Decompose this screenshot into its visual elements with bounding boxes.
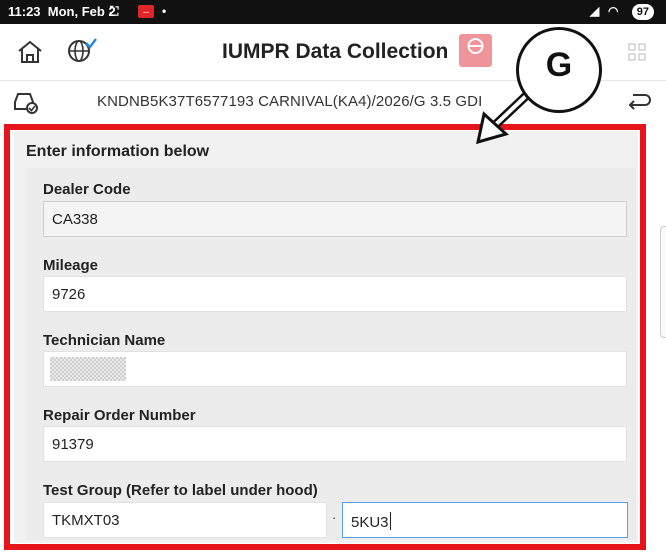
callout-circle: G: [516, 27, 602, 113]
dealer-code-label: Dealer Code: [43, 181, 131, 198]
test-group-separator: ·: [332, 510, 337, 525]
signal-icon: ◢: [590, 4, 600, 18]
test-group-field-1[interactable]: TKMXT03: [43, 502, 327, 538]
mileage-label: Mileage: [43, 257, 99, 274]
callout-letter: G: [545, 46, 573, 84]
test-group-value-2: 5KU3: [351, 512, 391, 531]
car-diagnostic-icon: [12, 90, 40, 119]
redacted-name: [50, 357, 126, 381]
return-icon[interactable]: [627, 91, 651, 118]
dot-icon: •: [162, 4, 167, 18]
home-icon[interactable]: [17, 40, 43, 69]
test-group-label: Test Group (Refer to label under hood): [43, 482, 318, 499]
text-caret: [389, 512, 391, 530]
test-badge-icon[interactable]: TEST: [459, 34, 517, 67]
screen-icon: ⛶: [110, 4, 119, 18]
dealer-code-value: CA338: [52, 211, 98, 228]
mileage-field[interactable]: 9726: [43, 276, 627, 312]
mileage-value: 9726: [52, 286, 86, 303]
battery-indicator: 97: [631, 4, 654, 20]
test-group-field-2[interactable]: 5KU3: [342, 502, 628, 538]
repair-order-value: 91379: [52, 436, 94, 453]
page-title: IUMPR Data Collection: [222, 40, 449, 63]
status-bar: 11:23 Mon, Feb 2 ⛶ ... • ◢ ◠ 97: [0, 0, 666, 24]
technician-name-label: Technician Name: [43, 332, 166, 349]
dealer-code-field[interactable]: CA338: [43, 201, 627, 237]
technician-name-field[interactable]: [43, 351, 627, 387]
repair-order-field[interactable]: 91379: [43, 426, 627, 462]
side-drawer-handle[interactable]: [660, 226, 666, 338]
notification-badge: ...: [138, 5, 154, 18]
status-time: 11:23 Mon, Feb 2: [8, 4, 116, 19]
vehicle-vin-text: KNDNB5K37T6577193 CARNIVAL(KA4)/2026/G 3…: [97, 93, 483, 110]
section-title: Enter information below: [26, 143, 210, 160]
wifi-icon: ◠: [608, 4, 619, 18]
test-group-value-1: TKMXT03: [52, 512, 120, 529]
grid-icon[interactable]: [628, 43, 646, 66]
repair-order-label: Repair Order Number: [43, 407, 196, 424]
globe-check-icon[interactable]: [66, 37, 98, 70]
